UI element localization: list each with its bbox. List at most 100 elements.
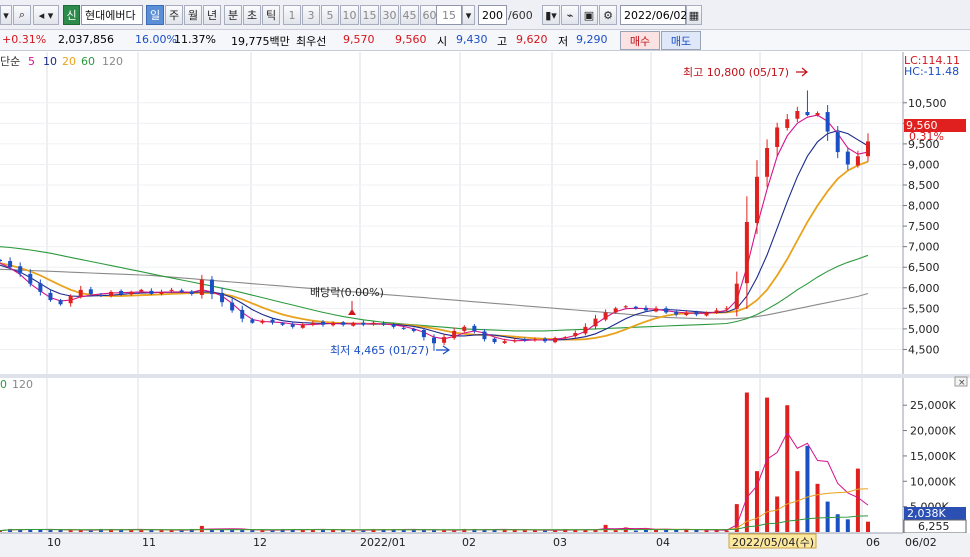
time-axis-label: 02: [462, 536, 476, 549]
candle-body: [351, 322, 356, 326]
candle-body: [623, 306, 628, 308]
annotation-dividend: 배당락(0.00%): [310, 286, 384, 299]
candle-body: [0, 259, 2, 262]
sell-button[interactable]: 매도: [661, 31, 701, 50]
volume-bar: [149, 529, 154, 532]
gear-icon[interactable]: ⚙: [599, 5, 617, 25]
chevron-down-icon[interactable]: ▾: [462, 5, 475, 25]
candle-body: [553, 337, 558, 343]
time-axis-label: 10: [47, 536, 61, 549]
candle-body: [270, 319, 275, 323]
volume-bar: [361, 530, 366, 532]
candle-body: [532, 339, 537, 341]
candle-body: [805, 111, 810, 116]
candle-body: [734, 283, 739, 309]
candle-body: [68, 296, 73, 304]
candle-body: [502, 341, 507, 344]
save-icon[interactable]: ▣: [580, 5, 598, 25]
stock-chart[interactable]: 단순 5 10 20 60 120 최고 10,800 (05/17) 배당락(…: [0, 52, 970, 557]
candle-body: [442, 337, 447, 343]
ma-legend-60: 60: [81, 55, 95, 68]
tab-monthly[interactable]: 월: [184, 5, 202, 25]
hc-label: HC:-11.48: [904, 65, 959, 78]
tab-second[interactable]: 초: [243, 5, 261, 25]
candle-body: [512, 340, 517, 342]
candle-body: [240, 309, 245, 319]
candle-body: [331, 322, 336, 326]
stock-badge: 신: [63, 5, 80, 25]
candle-body: [58, 300, 63, 305]
search-icon[interactable]: ⌕: [13, 5, 31, 25]
minute-option-45[interactable]: 45: [400, 5, 419, 25]
volume-bar: [230, 529, 235, 532]
candle-body: [583, 326, 588, 334]
candle-body: [694, 311, 699, 315]
minute-option-5[interactable]: 5: [321, 5, 339, 25]
candle-body: [432, 337, 436, 344]
candle-body: [613, 308, 618, 313]
volume-bar: [351, 530, 356, 532]
volume-bar: [845, 519, 850, 532]
volume-bar: [522, 530, 527, 532]
panel-divider[interactable]: [0, 374, 970, 378]
ma-legend-20: 20: [62, 55, 76, 68]
count-input[interactable]: 200: [478, 5, 507, 25]
volume-bar: [714, 530, 719, 532]
candle-body: [48, 292, 53, 301]
candle-type-icon[interactable]: ▮▾: [542, 5, 560, 25]
candle-body: [341, 322, 346, 325]
candle-body: [310, 322, 315, 325]
candle-body: [775, 127, 780, 148]
volume-bar: [543, 530, 548, 532]
candle-body: [199, 279, 204, 295]
tab-minute[interactable]: 분: [224, 5, 242, 25]
candle-body: [664, 308, 669, 313]
candle-body: [28, 273, 33, 284]
current-volume: 2,038K: [907, 507, 946, 520]
volume-bar: [240, 529, 245, 532]
candle-body: [18, 266, 23, 274]
volume-legend-suffix: 0: [0, 378, 7, 391]
candle-body: [209, 279, 214, 294]
low-label: 저: [558, 35, 569, 48]
minute-option-3[interactable]: 3: [302, 5, 320, 25]
minute-option-10[interactable]: 10: [340, 5, 359, 25]
minute-option-15[interactable]: 15: [360, 5, 379, 25]
buy-button[interactable]: 매수: [620, 31, 660, 50]
time-axis-label: 06: [866, 536, 880, 549]
tab-weekly[interactable]: 주: [165, 5, 183, 25]
tab-yearly[interactable]: 년: [203, 5, 221, 25]
candle-body: [421, 329, 426, 338]
volume-bar: [815, 483, 820, 532]
volume-bar: [694, 529, 699, 532]
line-chart-icon[interactable]: ⌁: [561, 5, 579, 25]
candle-body: [411, 328, 416, 331]
candle-body: [633, 306, 638, 309]
minute-option-1[interactable]: 1: [283, 5, 301, 25]
candle-body: [189, 291, 194, 294]
candle-body: [78, 289, 83, 297]
tab-daily[interactable]: 일: [146, 5, 164, 25]
candle-body: [169, 289, 174, 291]
candle-body: [381, 323, 386, 325]
volume-bar: [432, 530, 436, 532]
time-axis-label: 11: [142, 536, 156, 549]
stock-name-input[interactable]: 현대에버다: [81, 5, 143, 25]
volume-bar: [88, 530, 93, 532]
interval-select[interactable]: 15: [436, 5, 462, 25]
quote-bar: +0.31% 2,037,856 16.00% 11.37% 19,775백만 …: [0, 30, 970, 51]
volume-bar: [724, 530, 729, 532]
bid-price: 9,560: [395, 33, 427, 46]
candle-body: [765, 148, 770, 177]
minute-option-30[interactable]: 30: [380, 5, 399, 25]
volume-bar: [331, 529, 336, 532]
calendar-icon[interactable]: ▦: [686, 5, 702, 25]
date-input[interactable]: 2022/06/02: [620, 5, 687, 25]
candle-body: [714, 310, 719, 313]
tab-tick[interactable]: 틱: [262, 5, 280, 25]
volume-bar: [855, 468, 860, 532]
price-tick-label: 7,500: [908, 220, 940, 233]
menu-icon[interactable]: ▾: [0, 5, 12, 25]
candle-body: [129, 291, 134, 295]
sound-icon[interactable]: ◂ ▾: [33, 5, 59, 25]
